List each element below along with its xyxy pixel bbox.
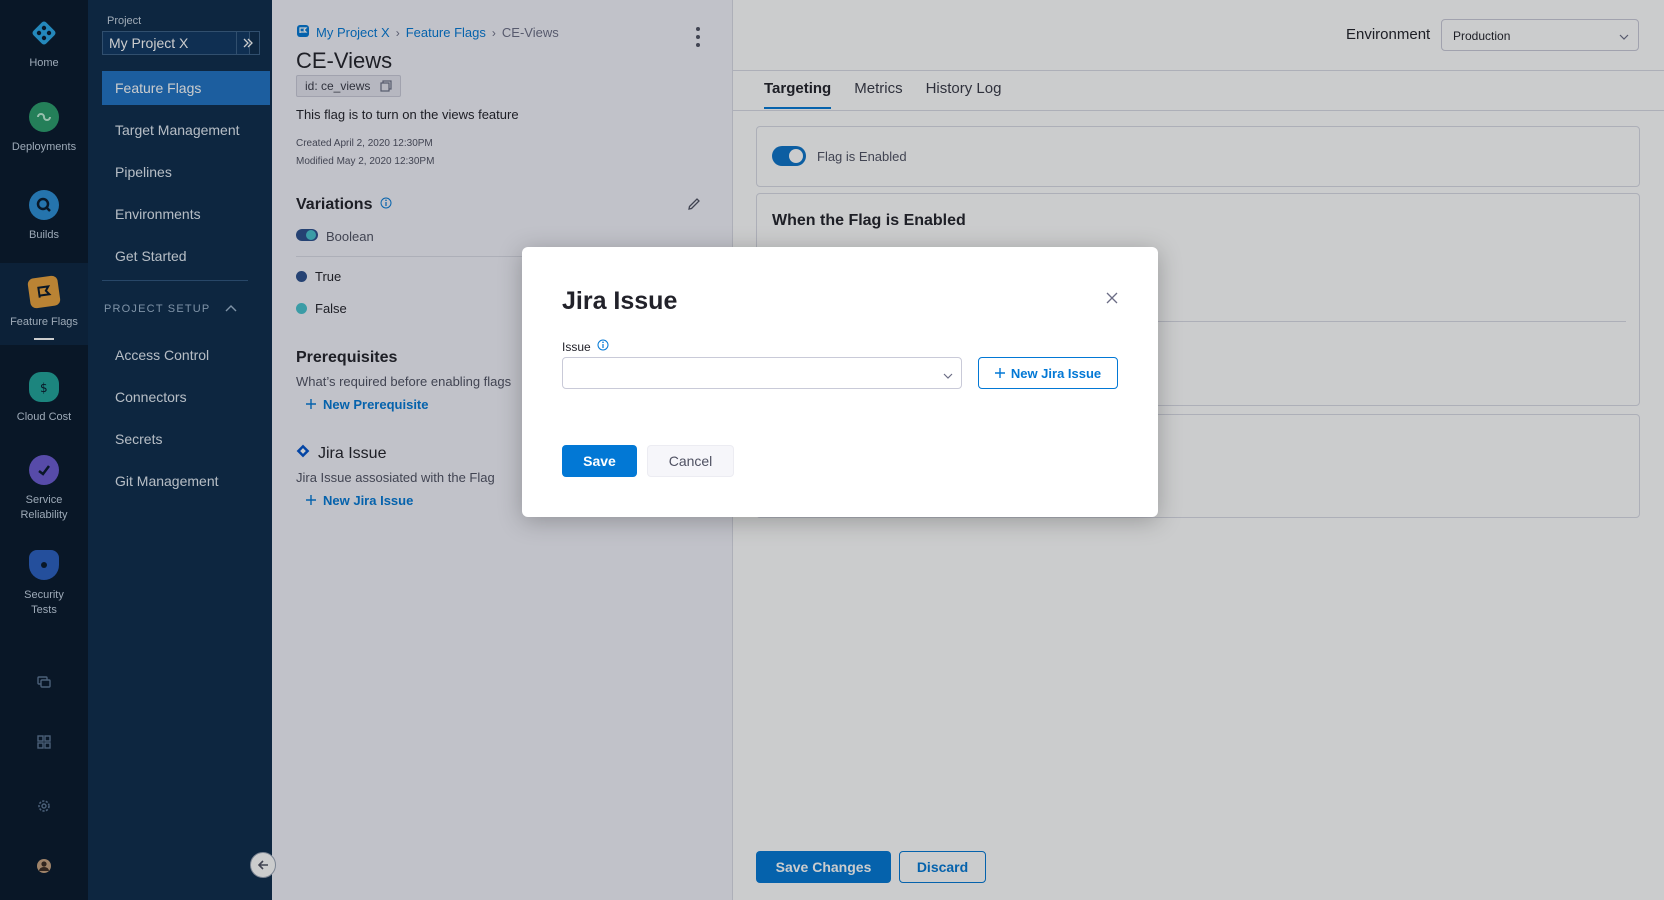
issue-field-label: Issue (562, 339, 609, 354)
new-jira-issue-button[interactable]: New Jira Issue (978, 357, 1118, 389)
issue-label: Issue (562, 339, 591, 354)
dialog-title: Jira Issue (562, 287, 678, 315)
close-icon[interactable] (1102, 288, 1122, 308)
plus-icon (994, 366, 1005, 381)
jira-issue-dialog: Jira Issue Issue New Jira Issue Save Can… (522, 247, 1158, 517)
save-button[interactable]: Save (562, 445, 637, 477)
new-jira-issue-button-label: New Jira Issue (1010, 365, 1102, 381)
cancel-button[interactable]: Cancel (647, 445, 734, 477)
info-icon[interactable] (597, 339, 609, 354)
issue-select[interactable] (562, 357, 962, 389)
chevron-down-icon (943, 368, 953, 383)
